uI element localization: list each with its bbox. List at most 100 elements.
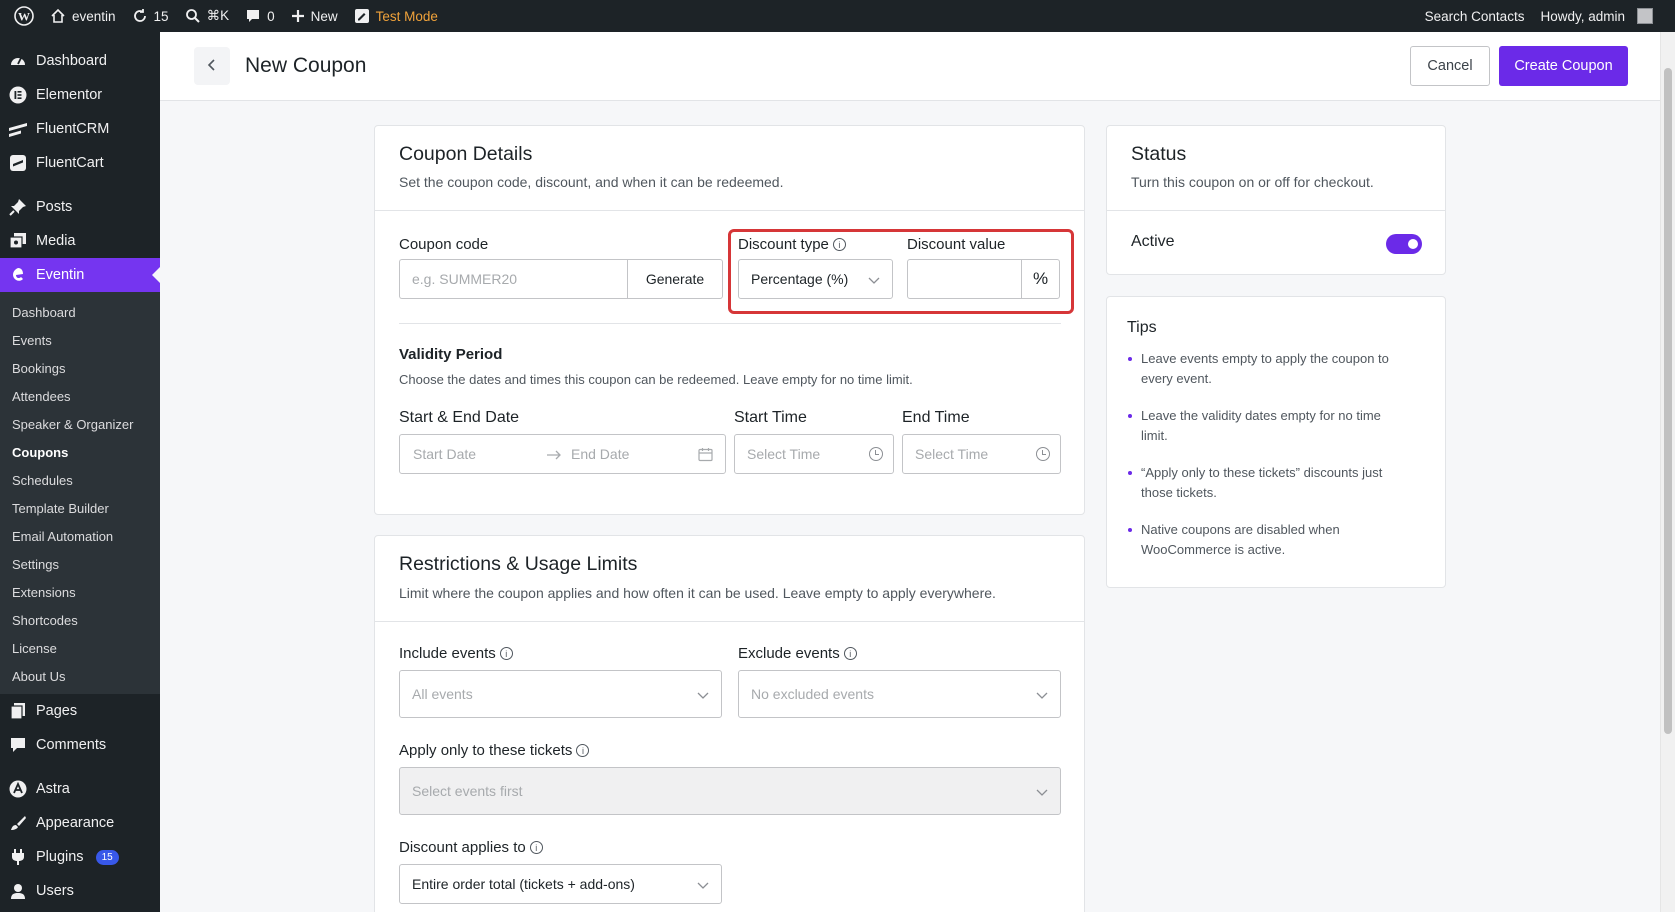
end-time-label: End Time xyxy=(902,409,970,426)
eventin-submenu: Dashboard Events Bookings Attendees Spea… xyxy=(0,292,160,694)
discount-value-label: Discount value xyxy=(907,236,1006,253)
avatar xyxy=(1637,8,1653,24)
date-range-picker[interactable]: Start Date End Date xyxy=(399,434,726,474)
sidebar-item-appearance[interactable]: Appearance xyxy=(0,806,160,840)
search-shortcut: ⌘K xyxy=(206,8,230,23)
back-button[interactable] xyxy=(194,47,230,85)
site-name-link[interactable]: eventin xyxy=(42,0,124,32)
updates-link[interactable]: 15 xyxy=(124,0,177,32)
discount-type-select[interactable]: Percentage (%) xyxy=(738,259,893,299)
validity-period-description: Choose the dates and times this coupon c… xyxy=(399,372,913,387)
sidebar-item-eventin[interactable]: Eventin xyxy=(0,258,160,292)
arrow-right-icon xyxy=(546,448,562,464)
discount-applies-select[interactable]: Entire order total (tickets + add-ons) xyxy=(399,864,722,904)
submenu-item-shortcodes[interactable]: Shortcodes xyxy=(0,606,160,634)
sidebar-item-users[interactable]: Users xyxy=(0,874,160,908)
plus-icon xyxy=(291,9,305,23)
sidebar-item-elementor[interactable]: Elementor xyxy=(0,78,160,112)
exclude-events-placeholder: No excluded events xyxy=(751,686,874,702)
updates-count: 15 xyxy=(153,8,169,24)
chevron-left-icon xyxy=(207,58,217,75)
submenu-item-dashboard[interactable]: Dashboard xyxy=(0,298,160,326)
dashboard-icon xyxy=(8,51,28,71)
clock-icon xyxy=(1036,447,1050,461)
coupon-details-description: Set the coupon code, discount, and when … xyxy=(399,174,784,190)
exclude-events-select[interactable]: No excluded events xyxy=(738,670,1061,718)
appearance-icon xyxy=(8,813,28,833)
sidebar-item-comments[interactable]: Comments xyxy=(0,728,160,762)
sidebar-item-media[interactable]: Media xyxy=(0,224,160,258)
submenu-item-attendees[interactable]: Attendees xyxy=(0,382,160,410)
comments-icon xyxy=(8,735,28,755)
end-time-picker[interactable]: Select Time xyxy=(902,434,1061,474)
submenu-item-extensions[interactable]: Extensions xyxy=(0,578,160,606)
tip-item: Leave the validity dates empty for no ti… xyxy=(1128,406,1411,446)
active-toggle[interactable] xyxy=(1386,234,1422,254)
generate-button[interactable]: Generate xyxy=(627,259,723,299)
coupon-code-placeholder: e.g. SUMMER20 xyxy=(412,271,518,287)
submenu-item-events[interactable]: Events xyxy=(0,326,160,354)
sidebar-item-fluentcart[interactable]: FluentCart xyxy=(0,146,160,180)
sidebar-item-posts[interactable]: Posts xyxy=(0,190,160,224)
discount-unit-addon: % xyxy=(1021,259,1060,299)
fluentcart-icon xyxy=(8,153,28,173)
search-icon xyxy=(185,8,201,24)
sidebar-item-fluentcrm[interactable]: FluentCRM xyxy=(0,112,160,146)
user-account-link[interactable]: Howdy, admin xyxy=(1532,0,1661,32)
submenu-item-settings[interactable]: Settings xyxy=(0,550,160,578)
info-icon: i xyxy=(576,744,590,757)
elementor-icon xyxy=(8,85,28,105)
search-contacts-link[interactable]: Search Contacts xyxy=(1417,0,1533,32)
info-icon: i xyxy=(832,238,846,251)
sidebar-item-pages[interactable]: Pages xyxy=(0,694,160,728)
status-card: Status Turn this coupon on or off for ch… xyxy=(1106,125,1446,275)
coupon-details-card: Coupon Details Set the coupon code, disc… xyxy=(374,125,1085,515)
admin-bar: W eventin 15 ⌘K 0 New Test Mode Search C… xyxy=(0,0,1675,32)
tips-title: Tips xyxy=(1127,319,1157,336)
create-coupon-button[interactable]: Create Coupon xyxy=(1499,46,1628,86)
pages-icon xyxy=(8,701,28,721)
home-icon xyxy=(50,8,66,24)
submenu-item-email-automation[interactable]: Email Automation xyxy=(0,522,160,550)
include-events-select[interactable]: All events xyxy=(399,670,722,718)
discount-applies-label: Discount applies to i xyxy=(399,839,543,856)
refresh-icon xyxy=(132,8,148,24)
sidebar-item-dashboard[interactable]: Dashboard xyxy=(0,44,160,78)
sidebar-item-plugins[interactable]: Plugins 15 xyxy=(0,840,160,874)
astra-icon xyxy=(8,779,28,799)
comments-count: 0 xyxy=(267,8,275,24)
include-events-placeholder: All events xyxy=(412,686,473,702)
edit-box-icon xyxy=(354,8,370,24)
page-scrollbar[interactable] xyxy=(1660,32,1675,912)
start-time-picker[interactable]: Select Time xyxy=(734,434,894,474)
chevron-down-icon xyxy=(697,878,709,894)
info-icon: i xyxy=(529,841,543,854)
test-mode-label: Test Mode xyxy=(375,8,438,24)
new-content-link[interactable]: New xyxy=(283,0,346,32)
info-icon: i xyxy=(499,647,513,660)
submenu-item-schedules[interactable]: Schedules xyxy=(0,466,160,494)
tickets-select[interactable]: Select events first xyxy=(399,767,1061,815)
cancel-button[interactable]: Cancel xyxy=(1410,46,1490,86)
submenu-item-about-us[interactable]: About Us xyxy=(0,662,160,690)
tip-item: “Apply only to these tickets” discounts … xyxy=(1128,463,1411,503)
coupon-details-title: Coupon Details xyxy=(399,143,533,165)
submenu-item-speaker-organizer[interactable]: Speaker & Organizer xyxy=(0,410,160,438)
command-search-link[interactable]: ⌘K xyxy=(177,0,238,32)
submenu-item-coupons[interactable]: Coupons xyxy=(0,438,160,466)
discount-type-label: Discount type i xyxy=(738,236,846,253)
sidebar-item-astra[interactable]: Astra xyxy=(0,772,160,806)
discount-value-input[interactable] xyxy=(907,259,1022,299)
coupon-code-input[interactable]: e.g. SUMMER20 xyxy=(399,259,628,299)
restrictions-card: Restrictions & Usage Limits Limit where … xyxy=(374,535,1085,912)
page-header: New Coupon Cancel Create Coupon xyxy=(160,32,1660,101)
submenu-item-license[interactable]: License xyxy=(0,634,160,662)
submenu-item-template-builder[interactable]: Template Builder xyxy=(0,494,160,522)
page-title: New Coupon xyxy=(245,54,367,77)
wordpress-logo-icon[interactable]: W xyxy=(6,0,42,32)
scrollbar-thumb[interactable] xyxy=(1664,68,1672,734)
submenu-item-bookings[interactable]: Bookings xyxy=(0,354,160,382)
admin-sidebar: Dashboard Elementor FluentCRM FluentCart… xyxy=(0,32,160,912)
test-mode-link[interactable]: Test Mode xyxy=(346,0,446,32)
comments-link[interactable]: 0 xyxy=(237,0,283,32)
